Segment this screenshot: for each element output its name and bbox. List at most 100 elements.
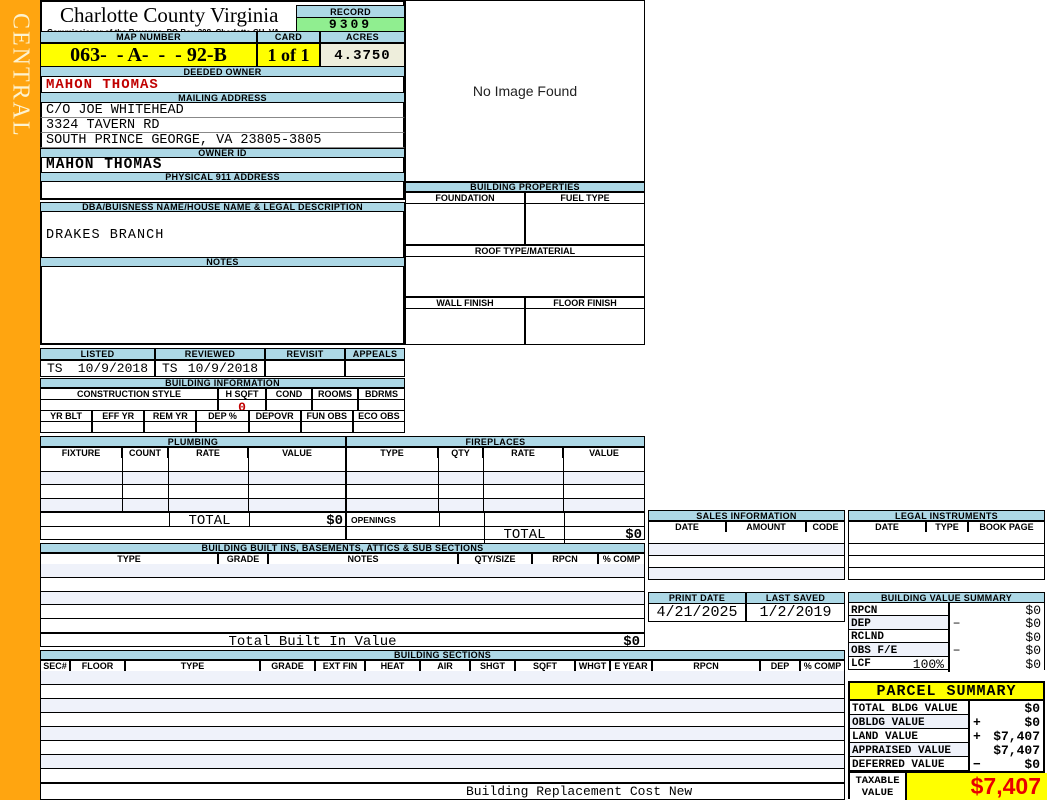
legal-instruments-title: LEGAL INSTRUMENTS: [848, 510, 1045, 521]
table-row: [849, 544, 1044, 556]
mailing-address-line-2: 3324 TAVERN RD: [40, 118, 405, 133]
fireplaces-headers: TYPE QTY RATE VALUE: [346, 447, 645, 459]
building-properties-title: BUILDING PROPERTIES: [405, 182, 645, 192]
table-row: APPRAISED VALUE $7,407: [850, 743, 1043, 758]
column-divider: [248, 458, 249, 512]
table-row: [41, 755, 844, 769]
row-label: LAND VALUE: [852, 730, 919, 743]
column-divider: [483, 458, 484, 512]
foundation-value: [405, 203, 525, 245]
row-value: $0: [1025, 656, 1041, 672]
spacer-cell: [347, 527, 484, 543]
column-divider: [168, 458, 169, 512]
last-saved-value: 1/2/2019: [746, 603, 845, 622]
print-saved-values: 4/21/2025 1/2/2019: [648, 603, 845, 622]
table-row: [41, 769, 844, 783]
row-value: $7,407: [993, 729, 1040, 744]
table-row: DEFERRED VALUE − $0: [850, 757, 1043, 772]
notes-label: NOTES: [40, 257, 405, 267]
building-properties-headers-2: ROOF TYPE/MATERIAL: [405, 245, 645, 257]
table-row: [41, 605, 644, 620]
physical-911-value: [40, 182, 405, 200]
row-label: DEFERRED VALUE: [852, 758, 945, 771]
sales-information-title: SALES INFORMATION: [648, 510, 845, 521]
fun-obs-value: [300, 421, 353, 433]
built-ins-total-label: Total Built In Value: [228, 634, 397, 650]
built-ins-total-value: $0: [623, 634, 640, 650]
building-sections-headers: SEC# FLOOR TYPE GRADE EXT FIN HEAT AIR S…: [40, 660, 845, 672]
built-ins-rows: [40, 564, 645, 633]
table-row: RPCN $0: [849, 603, 1044, 618]
built-ins-headers: TYPE GRADE NOTES QTY/SIZE RPCN % COMP: [40, 553, 645, 565]
reviewed-by: TS: [162, 361, 178, 376]
built-ins-title: BUILDING BUILT INS, BASEMENTS, ATTICS & …: [40, 543, 645, 553]
mailing-address-line-1: C/O JOE WHITEHEAD: [40, 103, 405, 118]
deeded-owner-label: DEEDED OWNER: [40, 66, 405, 77]
deeded-owner-value: MAHON THOMAS: [40, 77, 405, 93]
table-row: [347, 498, 644, 512]
parcel-summary-title: PARCEL SUMMARY: [848, 681, 1045, 701]
building-information-year-headers: YR BLT EFF YR REM YR DEP % DEPOVR FUN OB…: [40, 410, 405, 422]
building-sections-rows: [40, 671, 845, 783]
legal-headers: DATE TYPE BOOK PAGE: [848, 521, 1045, 533]
wall-finish-value: [405, 308, 525, 345]
building-properties-headers-1: FOUNDATION FUEL TYPE: [405, 192, 645, 204]
reviewed-label: REVIEWED: [155, 348, 265, 360]
print-date-value: 4/21/2025: [648, 603, 746, 622]
row-value-cell: $7,407: [968, 743, 1043, 758]
reviewed-value: TS 10/9/2018: [155, 360, 265, 377]
table-row: [849, 568, 1044, 580]
table-row: [41, 727, 844, 741]
building-properties-values-1: [405, 203, 645, 245]
building-value-summary-title: BUILDING VALUE SUMMARY: [848, 592, 1045, 603]
map-card-acres-labels: MAP NUMBER CARD ACRES: [40, 31, 405, 43]
plumbing-headers: FIXTURE COUNT RATE VALUE: [40, 447, 346, 459]
openings-qty: [439, 513, 484, 526]
fireplaces-rows: [346, 458, 645, 512]
listed-label: LISTED: [40, 348, 155, 360]
no-image-text: No Image Found: [472, 83, 578, 99]
fuel-type-value: [525, 203, 645, 245]
building-replacement-cost-label: Building Replacement Cost New: [466, 784, 693, 799]
row-value-cell: $0: [948, 656, 1044, 672]
legal-rows: [848, 532, 1045, 580]
row-value-cell: $0: [968, 701, 1043, 716]
table-row: [41, 671, 844, 685]
fireplaces-total-label: TOTAL: [484, 527, 564, 543]
listed-by: TS: [47, 361, 63, 376]
table-row: [347, 458, 644, 472]
fireplaces-openings-row: OPENINGS: [346, 512, 645, 527]
taxable-value-row: TAXABLE VALUE $7,407: [848, 771, 1047, 800]
record-value: 9309: [296, 17, 405, 32]
map-number-label: MAP NUMBER: [40, 31, 257, 43]
visits-values: TS 10/9/2018 TS 10/9/2018: [40, 360, 405, 377]
fireplaces-total-value: $0: [564, 527, 646, 543]
openings-rate: [484, 513, 564, 526]
lcf-percent: 100%: [912, 656, 944, 672]
appeals-label: APPEALS: [345, 348, 405, 360]
column-divider: [122, 458, 123, 512]
mailing-address-line-3: SOUTH PRINCE GEORGE, VA 23805-3805: [40, 133, 405, 148]
table-row: LCF 100% $0: [849, 656, 1044, 672]
table-row: [41, 591, 644, 606]
visits-headers: LISTED REVIEWED REVISIT APPEALS: [40, 348, 405, 360]
card-label: CARD: [257, 31, 320, 43]
sales-rows: [648, 532, 845, 580]
openings-label: OPENINGS: [351, 514, 396, 525]
building-replacement-cost-row: Building Replacement Cost New: [40, 783, 845, 800]
table-row: [849, 532, 1044, 544]
sales-headers: DATE AMOUNT CODE: [648, 521, 845, 533]
property-photo-placeholder: No Image Found: [405, 0, 645, 182]
table-row: [649, 556, 844, 568]
operator: −: [953, 616, 961, 631]
table-row: [41, 564, 644, 578]
table-row: [41, 699, 844, 713]
taxable-value-label: TAXABLE VALUE: [850, 773, 905, 800]
row-value-cell: + $7,407: [968, 729, 1043, 744]
table-row: [41, 713, 844, 727]
acres-value: 4.3750: [320, 43, 405, 68]
table-row: [41, 741, 844, 755]
row-value: $0: [1024, 701, 1040, 716]
table-row: [649, 568, 844, 580]
floor-finish-value: [525, 308, 645, 345]
